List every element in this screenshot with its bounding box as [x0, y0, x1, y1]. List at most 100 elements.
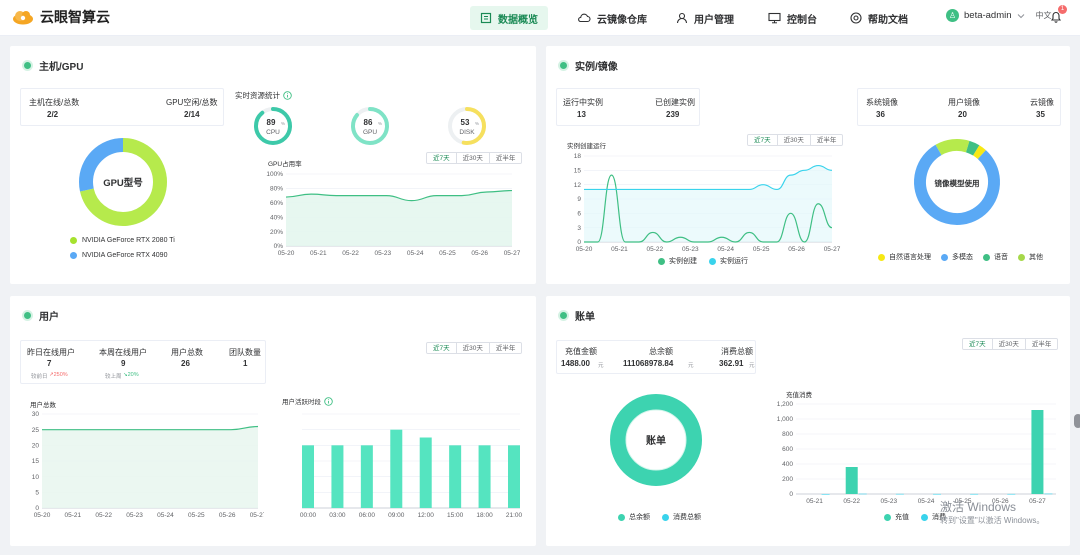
user-image-value: 20	[958, 110, 967, 119]
bar	[390, 429, 403, 508]
app-title: 云眼智算云	[40, 9, 110, 25]
tab-7days[interactable]: 近7天	[963, 339, 992, 349]
x-tick-label: 05-22	[843, 498, 860, 505]
gpu-free-value: 2/14	[184, 110, 200, 119]
legend-item-2080ti[interactable]: NVIDIA GeForce RTX 2080 Ti	[70, 237, 175, 244]
user-menu[interactable]: ♙ beta-admin 中文	[946, 9, 1052, 22]
users-stat-box: 昨日在线用户 7 较前日 ↗250% 本周在线用户 9 较上周 ↘20% 用户总…	[20, 340, 266, 384]
tab-30days[interactable]: 近30天	[776, 135, 810, 145]
legend-label: 其他	[1029, 254, 1043, 261]
tab-30days[interactable]: 近30天	[455, 153, 489, 163]
tab-30days[interactable]: 近30天	[991, 339, 1025, 349]
y-tick-label: 10	[32, 474, 40, 481]
bar	[360, 445, 373, 508]
legend-dot-icon	[1018, 253, 1025, 261]
gpu-free-label: GPU空闲/总数	[166, 98, 218, 107]
realtime-label-text: 实时资源统计	[235, 91, 280, 100]
instance-trend-chart: 036912151805-20 05-21 05-22 05-23 05-24 05-25…	[574, 153, 841, 253]
bar	[331, 445, 344, 508]
panel-title-text: 主机/GPU	[39, 62, 84, 73]
bar	[449, 445, 462, 508]
info-icon[interactable]	[324, 396, 333, 406]
x-tick-label: 05-20	[34, 512, 51, 519]
legend-item-balance[interactable]: 总余额	[618, 512, 650, 522]
billing-bar-legend: 充值 消费	[884, 512, 946, 522]
tab-30days[interactable]: 近30天	[455, 343, 489, 353]
watermark-line1: 激活 Windows	[940, 500, 1017, 514]
consume-label: 消费总额	[721, 347, 753, 356]
legend-dot-icon	[70, 252, 77, 259]
bar	[419, 437, 432, 508]
legend-item-speech[interactable]: 语音	[983, 252, 1008, 262]
gpu-model-donut: GPU型号	[79, 138, 167, 226]
legend-item-consume[interactable]: 消费总额	[662, 512, 701, 522]
active-period-title-text: 用户活跃时段	[282, 399, 321, 406]
panel-title: 账单	[560, 308, 595, 323]
gauge-value: 89	[267, 118, 276, 127]
status-dot-icon	[24, 62, 31, 69]
consume-value: 362.91	[719, 359, 744, 368]
scroll-handle[interactable]	[1074, 414, 1080, 428]
consume-unit: 元	[749, 363, 755, 369]
dashboard-icon	[480, 12, 492, 24]
tab-7days[interactable]: 近7天	[427, 343, 456, 353]
tab-half-year[interactable]: 近半年	[809, 135, 843, 145]
x-tick-label: 15:00	[447, 512, 464, 519]
tab-7days[interactable]: 近7天	[748, 135, 777, 145]
nav-user-management[interactable]: 用户管理	[666, 6, 744, 30]
legend-item-4090[interactable]: NVIDIA GeForce RTX 4090	[70, 252, 167, 259]
x-tick-label: 06:00	[359, 512, 376, 519]
bar	[508, 445, 520, 508]
y-tick-label: 100%	[266, 171, 283, 178]
x-tick-label: 05-23	[375, 250, 392, 257]
created-instance-value: 239	[666, 110, 680, 119]
nav-cloud-image-repo[interactable]: 云镜像仓库	[567, 6, 657, 30]
bar-consume	[858, 493, 867, 495]
tab-half-year[interactable]: 近半年	[488, 343, 522, 353]
y-tick-label: 15	[32, 458, 40, 465]
status-dot-icon	[24, 312, 31, 319]
chevron-down-icon	[1017, 13, 1024, 18]
series-area	[42, 426, 258, 508]
legend-item-running[interactable]: 实例运行	[709, 256, 748, 266]
user-icon	[676, 12, 688, 24]
balance-unit: 元	[688, 363, 694, 369]
donut-center-label: GPU型号	[103, 177, 143, 189]
week-online-label: 本周在线用户	[99, 348, 147, 357]
app-logo[interactable]: 云眼智算云	[12, 7, 110, 27]
legend-label: 消费总额	[673, 514, 701, 521]
billing-donut-legend: 总余额 消费总额	[618, 512, 701, 522]
legend-item-other[interactable]: 其他	[1018, 252, 1043, 262]
tab-half-year[interactable]: 近半年	[488, 153, 522, 163]
nav-help-docs[interactable]: 帮助文档	[840, 6, 918, 30]
tab-half-year[interactable]: 近半年	[1024, 339, 1058, 349]
info-icon[interactable]	[283, 91, 292, 100]
monitor-icon	[768, 12, 781, 24]
nav-console[interactable]: 控制台	[758, 6, 827, 30]
legend-item-created[interactable]: 实例创建	[658, 256, 697, 266]
resource-gauges: 89 %CPU86 %GPU53 %DISK	[254, 107, 486, 145]
x-tick-label: 05-21	[65, 512, 82, 519]
x-tick-label: 05-27	[250, 512, 264, 519]
nav-label: 帮助文档	[868, 14, 908, 26]
week-delta: ↘20%	[123, 372, 139, 378]
legend-item-multimodal[interactable]: 多模态	[941, 252, 973, 262]
y-tick-label: 0	[789, 491, 793, 498]
y-tick-label: 15	[574, 168, 582, 175]
yesterday-compare-label: 较前日	[31, 374, 48, 380]
gauge-unit: %	[378, 121, 382, 126]
series-area	[286, 190, 512, 246]
nav-data-overview[interactable]: 数据概览	[470, 6, 548, 30]
gauge-unit: %	[475, 121, 479, 126]
legend-dot-icon	[618, 513, 625, 521]
legend-item-nlp[interactable]: 自然语言处理	[878, 252, 931, 262]
x-tick-label: 05-21	[310, 250, 327, 257]
legend-dot-icon	[709, 257, 716, 265]
host-gpu-panel: 主机/GPU 主机在线/总数 2/2 GPU空闲/总数 2/14 GPU型号 N…	[10, 46, 536, 284]
tab-7days[interactable]: 近7天	[427, 153, 456, 163]
legend-label: 充值	[895, 514, 909, 521]
top-header: 云眼智算云 数据概览 云镜像仓库 用户管理 控制台 帮助文档 ♙ beta-ad…	[0, 0, 1080, 36]
panel-title-text: 用户	[39, 312, 59, 323]
gauge-name: CPU	[266, 129, 280, 136]
legend-item-recharge[interactable]: 充值	[884, 512, 909, 522]
